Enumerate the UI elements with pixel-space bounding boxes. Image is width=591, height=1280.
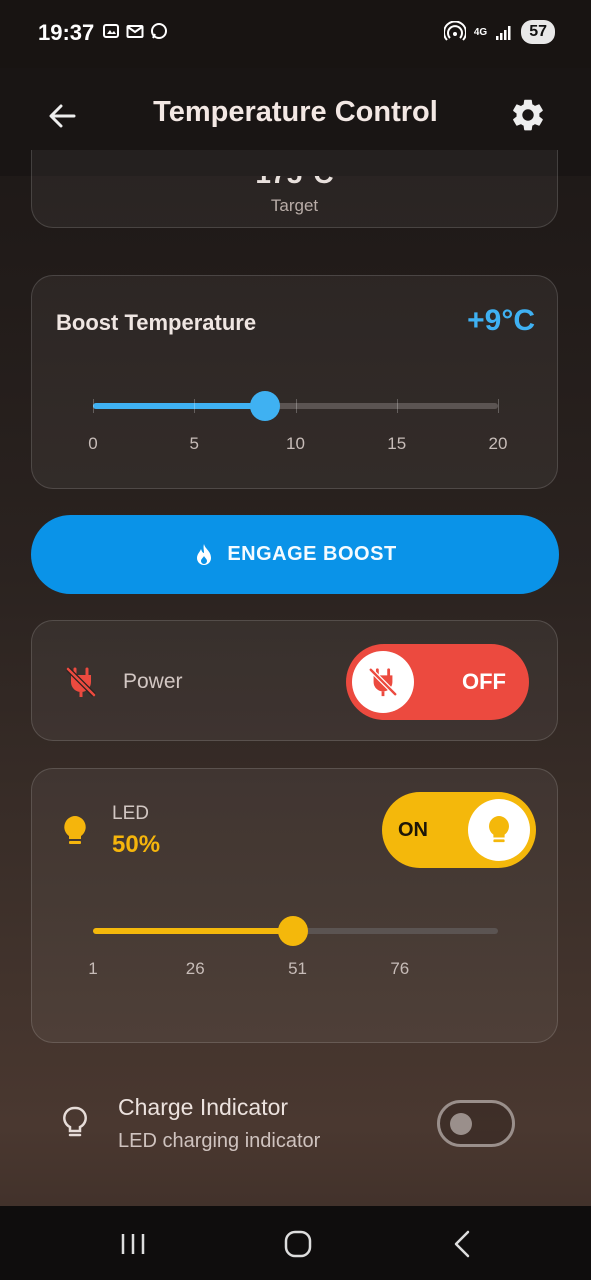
slider-tick-label: 20: [488, 434, 508, 453]
gear-icon[interactable]: [509, 96, 547, 134]
power-label: Power: [123, 670, 183, 693]
slider-tick-label: 1: [88, 959, 98, 978]
home-icon[interactable]: [282, 1228, 314, 1260]
slider-tick: [194, 399, 196, 413]
slider-tick-label: 10: [286, 434, 305, 453]
hotspot-icon: [443, 21, 466, 41]
back-icon[interactable]: [448, 1228, 480, 1260]
slider-tick-label: 15: [387, 434, 407, 453]
slider-fill: [93, 928, 294, 934]
notification-icons: [102, 22, 168, 40]
system-nav-bar: [0, 1206, 591, 1280]
slider-tick-label: 5: [189, 434, 199, 453]
page-title: Temperature Control: [153, 96, 438, 128]
status-time: 19:37: [38, 20, 95, 45]
status-bar: 19:37 4G 57: [0, 0, 591, 68]
power-toggle-knob: [352, 651, 414, 713]
boost-slider[interactable]: 0 5 10 15 20: [32, 276, 557, 488]
signal-icon: [496, 26, 511, 40]
slider-tick: [396, 399, 398, 413]
power-state: OFF: [462, 669, 506, 694]
chat-icon: [151, 23, 167, 39]
power-plug-off-icon: [66, 667, 96, 697]
slider-thumb[interactable]: [250, 391, 281, 421]
slider-tick: [295, 399, 297, 413]
network-type: 4G: [473, 26, 488, 38]
charge-indicator-knob: [450, 1113, 472, 1135]
target-value-clip: 175°C: [32, 176, 557, 188]
target-label: Target: [270, 196, 319, 215]
mail-icon: [126, 25, 144, 38]
lightbulb-outline-icon: [63, 1106, 87, 1137]
gallery-icon: [103, 24, 119, 38]
charge-indicator-subtitle: LED charging indicator: [118, 1130, 321, 1152]
target-card: 175°C Target: [31, 150, 558, 228]
boost-temperature-card: Boost Temperature +9°C 0 5 10 15 20: [31, 275, 558, 489]
slider-tick-label: 26: [185, 959, 205, 978]
slider-tick-label: 51: [288, 959, 307, 978]
slider-tick-label: 76: [390, 959, 410, 978]
charge-indicator-toggle[interactable]: [437, 1100, 515, 1147]
slider-tick-label: 0: [88, 434, 98, 453]
flame-icon: [197, 543, 212, 565]
charge-indicator-title: Charge Indicator: [118, 1094, 289, 1120]
slider-tick: [93, 399, 94, 413]
status-indicators: 4G 57: [443, 20, 555, 44]
engage-boost-button[interactable]: ENGAGE BOOST: [31, 515, 559, 594]
led-brightness-slider[interactable]: 1 26 51 76: [32, 769, 557, 1042]
led-card: LED 50% ON 1 26 51 76: [31, 768, 558, 1043]
recent-apps-icon[interactable]: [117, 1228, 149, 1260]
power-plug-off-icon: [369, 668, 397, 697]
slider-fill: [93, 403, 266, 409]
power-toggle[interactable]: OFF: [346, 644, 529, 720]
slider-tick: [498, 399, 499, 413]
slider-thumb[interactable]: [278, 916, 309, 946]
target-value: 175°C: [32, 176, 557, 188]
battery-indicator: 57: [521, 20, 555, 44]
power-card: Power OFF: [31, 620, 558, 741]
engage-boost-label: ENGAGE BOOST: [227, 543, 397, 565]
